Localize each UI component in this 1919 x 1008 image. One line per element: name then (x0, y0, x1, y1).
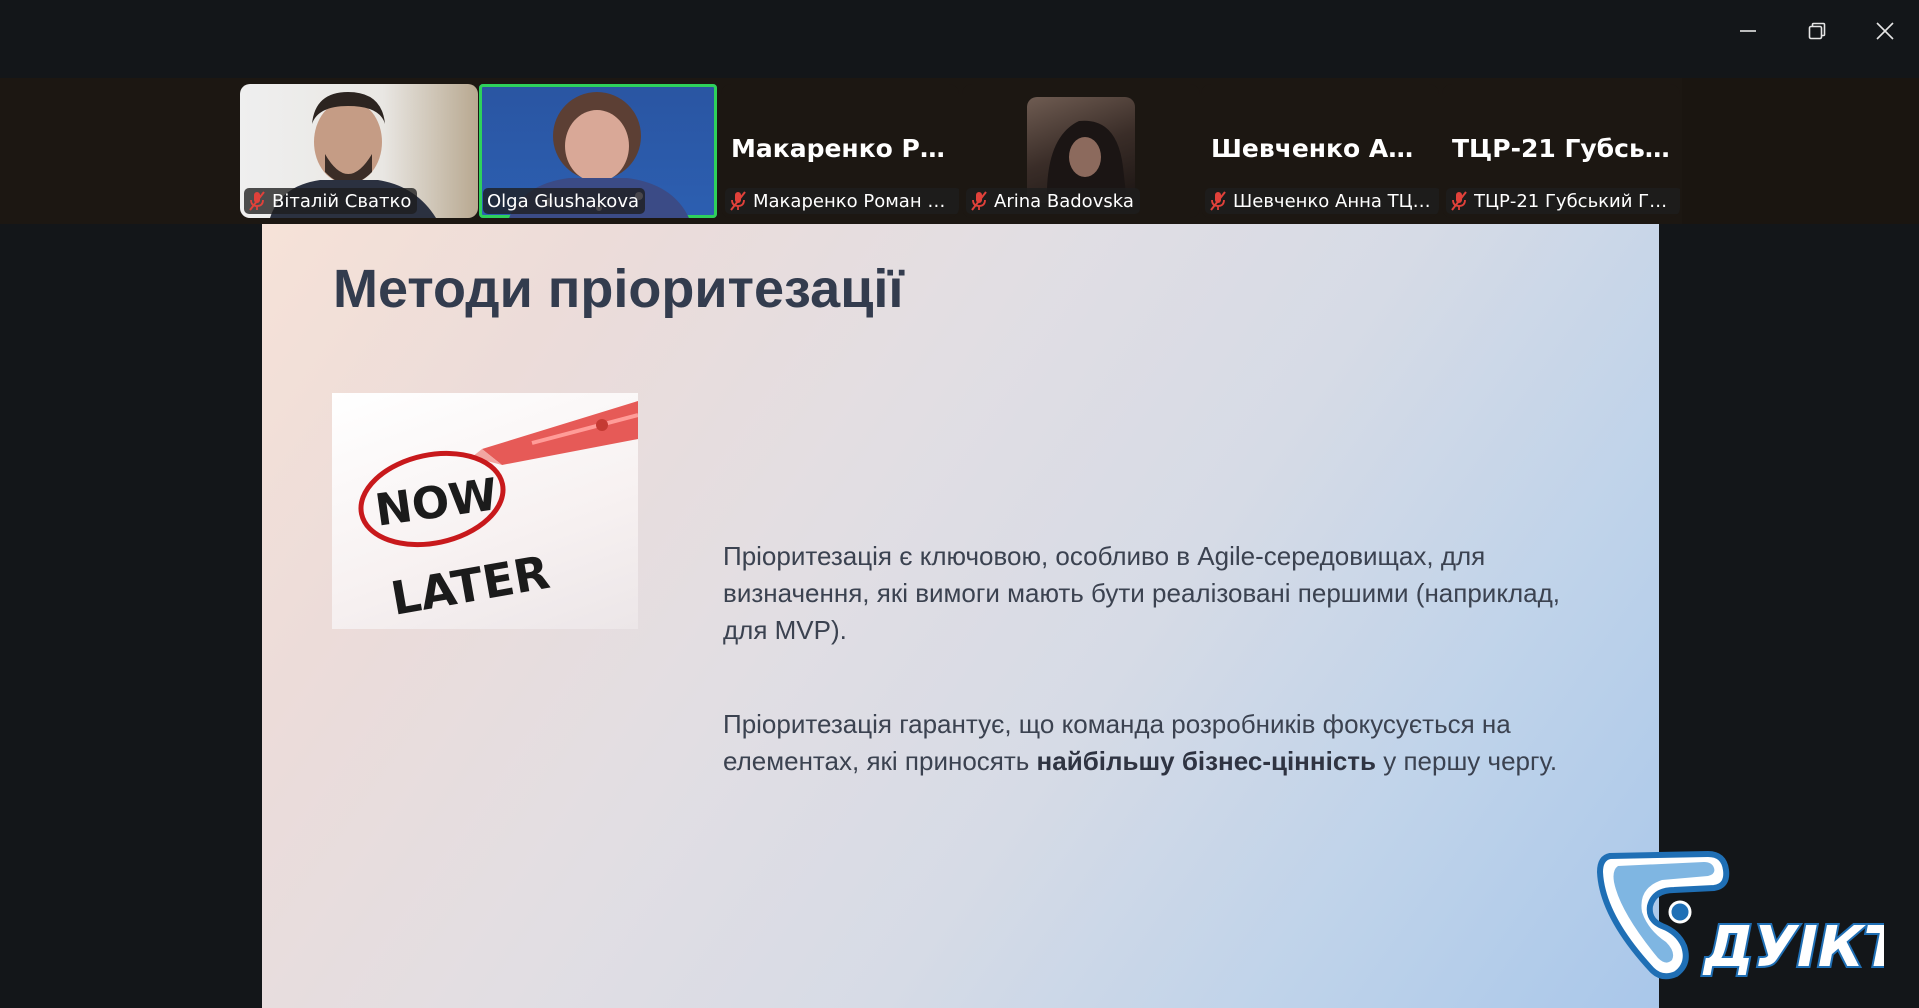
participant-display-name: ТЦР-21 Губськ... (1452, 134, 1670, 163)
close-icon (1876, 22, 1894, 40)
mic-muted-icon (970, 191, 988, 211)
slide-title: Методи пріоритезації (333, 259, 904, 319)
participant-name-label: Olga Glushakova (483, 188, 645, 214)
participant-tile[interactable]: Макаренко Ро... Макаренко Роман Ан... (721, 84, 959, 218)
now-later-image: NOW LATER (332, 393, 639, 629)
participant-name-label: Arina Badovska (966, 188, 1140, 214)
participant-name: Шевченко Анна ТЦР-... (1233, 190, 1435, 212)
mic-muted-icon (1209, 191, 1227, 211)
participant-tile-active[interactable]: Olga Glushakova (479, 84, 717, 218)
participant-name-label: Шевченко Анна ТЦР-... (1205, 188, 1439, 214)
participant-tile[interactable]: ТЦР-21 Губськ... ТЦР-21 Губський Гео... (1442, 84, 1680, 218)
close-button[interactable] (1857, 8, 1913, 54)
restore-button[interactable] (1789, 8, 1845, 54)
later-text: LATER (387, 545, 554, 626)
mic-muted-icon (248, 191, 266, 211)
paragraph-2-bold: найбільшу бізнес-цінність (1036, 746, 1376, 776)
mic-muted-icon (729, 191, 747, 211)
mic-muted-icon (1450, 191, 1468, 211)
participant-name: ТЦР-21 Губський Гео... (1474, 190, 1676, 212)
participant-name: Olga Glushakova (487, 190, 639, 212)
slide-paragraph-1: Пріоритезація є ключовою, особливо в Agi… (723, 541, 1561, 645)
window-titlebar (0, 0, 1919, 78)
shared-slide: Методи пріоритезації NOW LATER Пріоритез… (262, 224, 1659, 1008)
participant-strip: Віталій Сватко Olga Glushakova Макаренко… (0, 78, 1919, 224)
participant-name-label: Віталій Сватко (244, 188, 418, 214)
participant-display-name: Макаренко Ро... (731, 134, 949, 163)
participant-name-label: Макаренко Роман Ан... (725, 188, 959, 214)
duikt-logo: ДУІКТ (1592, 846, 1908, 982)
logo-text: ДУІКТ (1702, 915, 1884, 980)
participant-name-label: ТЦР-21 Губський Гео... (1446, 188, 1680, 214)
participant-tile[interactable]: Віталій Сватко (240, 84, 478, 218)
participant-name: Віталій Сватко (272, 190, 412, 212)
participant-name: Arina Badovska (994, 190, 1134, 212)
participant-display-name: Шевченко Анн... (1211, 134, 1429, 163)
minimize-icon (1740, 30, 1756, 32)
paragraph-2-tail: у першу чергу. (1376, 746, 1558, 776)
slide-paragraph-2: Пріоритезація гарантує, що команда розро… (723, 706, 1603, 780)
minimize-button[interactable] (1720, 8, 1776, 54)
participant-tile[interactable]: Шевченко Анн... Шевченко Анна ТЦР-... (1201, 84, 1439, 218)
participant-name: Макаренко Роман Ан... (753, 190, 955, 212)
restore-icon (1808, 22, 1826, 40)
participant-tile[interactable]: Arina Badovska (962, 84, 1200, 218)
